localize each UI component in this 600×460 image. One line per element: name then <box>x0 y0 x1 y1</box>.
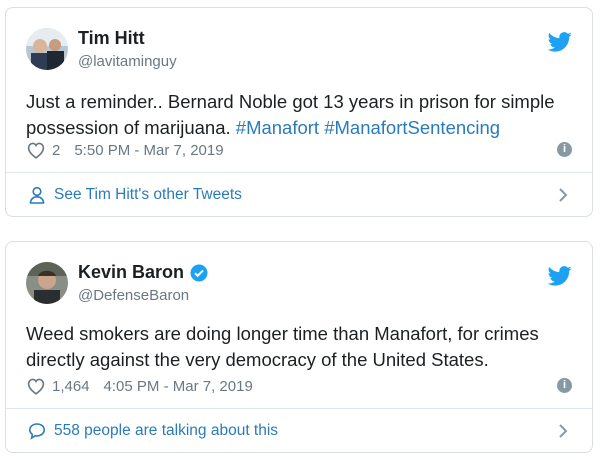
see-other-tweets-link[interactable]: See Tim Hitt's other Tweets <box>6 172 592 216</box>
user-icon <box>29 186 45 204</box>
display-name-text[interactable]: Tim Hitt <box>78 28 145 49</box>
tweet-meta: 2 5:50 PM - Mar 7, 2019 i <box>26 139 572 161</box>
conversation-link[interactable]: 558 people are talking about this <box>6 408 592 452</box>
like-count[interactable]: 1,464 <box>52 378 90 395</box>
speech-bubble-icon <box>28 422 46 440</box>
tweet-text: Weed smokers are doing longer time than … <box>26 323 539 370</box>
like-count[interactable]: 2 <box>52 142 60 159</box>
info-icon[interactable]: i <box>557 142 572 157</box>
tweet-text: Just a reminder.. Bernard Noble got 13 y… <box>26 89 572 141</box>
tweet-header: Tim Hitt @lavitaminguy <box>6 8 592 83</box>
hashtag-link[interactable]: #Manafort <box>236 117 319 138</box>
timestamp[interactable]: 4:05 PM - Mar 7, 2019 <box>104 378 253 395</box>
verified-badge-icon <box>190 264 208 281</box>
footer-label[interactable]: See Tim Hitt's other Tweets <box>54 186 242 204</box>
tweet-header: Kevin Baron @DefenseBaron <box>6 242 592 317</box>
user-handle[interactable]: @lavitaminguy <box>78 53 177 70</box>
avatar[interactable] <box>26 262 68 304</box>
tweet-meta: 1,464 4:05 PM - Mar 7, 2019 i <box>26 375 572 397</box>
avatar[interactable] <box>26 28 68 70</box>
user-handle[interactable]: @DefenseBaron <box>78 287 189 304</box>
chevron-right-icon[interactable] <box>558 424 568 438</box>
display-name[interactable]: Tim Hitt <box>78 28 145 49</box>
tweet-card: Tim Hitt @lavitaminguy Just a reminder..… <box>5 7 593 217</box>
heart-icon[interactable] <box>26 141 46 159</box>
hashtag-link[interactable]: #ManafortSentencing <box>324 117 500 138</box>
timestamp[interactable]: 5:50 PM - Mar 7, 2019 <box>74 142 223 159</box>
tweet-card: Kevin Baron @DefenseBaron Weed smokers a… <box>5 241 593 453</box>
display-name-text[interactable]: Kevin Baron <box>78 262 184 283</box>
twitter-bird-icon[interactable] <box>548 266 572 286</box>
footer-label[interactable]: 558 people are talking about this <box>54 422 278 440</box>
heart-icon[interactable] <box>26 377 46 395</box>
chevron-right-icon[interactable] <box>558 188 568 202</box>
info-icon[interactable]: i <box>557 378 572 393</box>
display-name[interactable]: Kevin Baron <box>78 262 208 283</box>
twitter-bird-icon[interactable] <box>548 32 572 52</box>
